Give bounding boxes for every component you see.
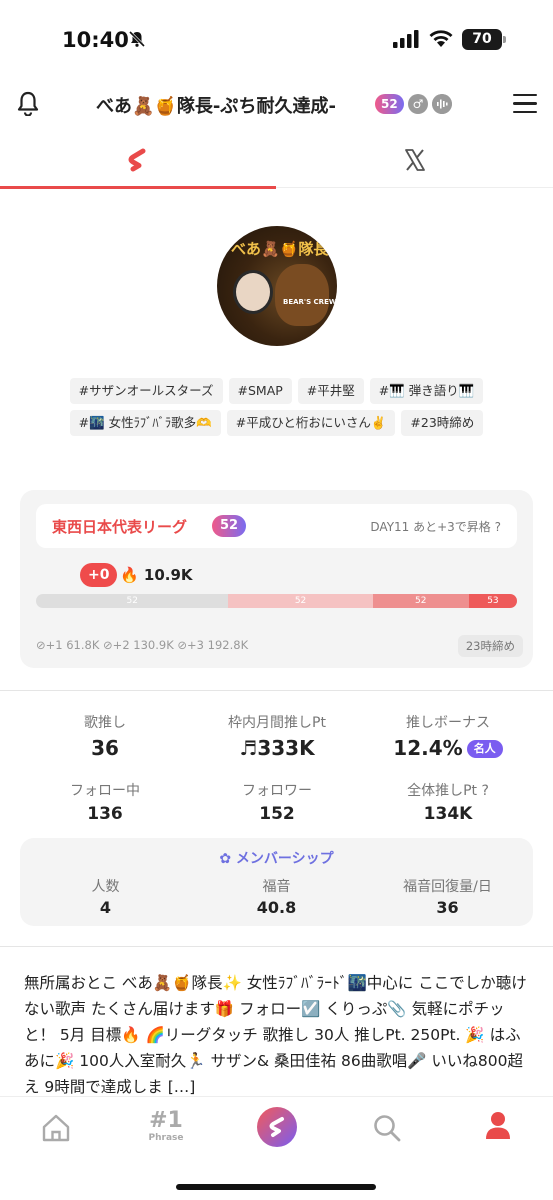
membership-value: 40.8	[256, 898, 297, 917]
league-header: 東西日本代表リーグ 52 DAY11 あと+3で昇格 ?	[36, 504, 517, 548]
hashtag-row: #サザンオールスターズ #SMAP #平井堅 #🎹 弾き語り🎹	[0, 378, 553, 404]
hamburger-menu-icon[interactable]	[513, 94, 537, 114]
standfm-home-button[interactable]	[257, 1107, 297, 1147]
league-thresholds: ⊘+1 61.8K ⊘+2 130.9K ⊘+3 192.8K	[36, 638, 249, 652]
stat-value-wrap: 12.4% 名人	[356, 736, 540, 760]
profile-bio: 無所属おとこ べあ🧸🍯隊長✨ 女性ﾗﾌﾞﾊﾞﾗｰﾄﾞ🌃中心に ここでしか聴けない…	[24, 974, 527, 1096]
hashtag-row: #🌃 女性ﾗﾌﾞﾊﾞﾗ歌多🫶 #平成ひと桁おにいさん✌️ #23時締め	[0, 410, 553, 436]
battery-cap	[503, 36, 506, 43]
tab-x[interactable]	[277, 134, 553, 188]
avatar-bear-illustration	[275, 264, 329, 326]
stat-value: 136	[87, 804, 123, 824]
league-day-info: DAY11 あと+3で昇格 ?	[370, 520, 501, 534]
stat-value: ♬333K	[239, 736, 315, 760]
tab-standfm[interactable]	[0, 134, 276, 189]
divider	[0, 946, 553, 947]
status-bar: 10:40 70	[0, 0, 553, 80]
avatar-crew-text: BEAR'S CREW	[283, 298, 337, 306]
hashtag[interactable]: #サザンオールスターズ	[69, 378, 223, 404]
league-bar-segment: 52	[36, 594, 229, 608]
league-progress-bar: 52 52 52 53	[36, 594, 517, 608]
search-icon[interactable]	[372, 1113, 402, 1143]
stat-value: 36	[91, 736, 119, 760]
membership-label: 人数	[91, 879, 120, 895]
phrase-label: Phrase	[148, 1133, 184, 1143]
stat-following[interactable]: フォロー中 136	[13, 780, 197, 824]
hashtag[interactable]: #平井堅	[297, 378, 364, 404]
membership-fukuin: 福音 40.8	[191, 876, 362, 917]
stat-song-oshi[interactable]: 歌推し 36	[13, 712, 197, 760]
hashtag[interactable]: #🎹 弾き語り🎹	[369, 378, 484, 404]
stat-label: 推しボーナス	[406, 715, 490, 731]
stat-label: 全体推しPt ?	[407, 783, 489, 799]
membership-card[interactable]: ✿ メンバーシップ 人数 4 福音 40.8 福音回復量/日 36	[20, 838, 533, 926]
silent-mode-icon	[128, 30, 146, 48]
voice-wave-icon	[432, 94, 452, 114]
rank-change-badge: +0	[80, 563, 118, 587]
membership-label: 福音	[262, 879, 291, 895]
cellular-signal-icon	[393, 30, 419, 48]
divider	[0, 690, 553, 691]
profile-header: べあ🧸🍯隊長-ぷち耐久達成- 52 ♂	[0, 80, 553, 132]
membership-value: 4	[99, 898, 112, 917]
x-logo-icon	[405, 149, 425, 171]
stat-monthly-oshi-pt[interactable]: 枠内月間推しPt ♬333K	[185, 712, 369, 760]
profile-title: べあ🧸🍯隊長-ぷち耐久達成-	[96, 96, 336, 117]
home-indicator	[176, 1184, 376, 1190]
standfm-logo-icon	[269, 1117, 284, 1137]
hashtag[interactable]: #23時締め	[401, 410, 484, 436]
stat-followers[interactable]: フォロワー 152	[185, 780, 369, 824]
mypage-user-icon[interactable]	[484, 1111, 512, 1141]
status-time: 10:40	[62, 28, 129, 52]
league-bar-segment: 52	[228, 594, 373, 608]
stat-total-oshi-pt[interactable]: 全体推しPt ? 134K	[356, 780, 540, 824]
league-bar-segment: 53	[468, 594, 517, 608]
league-bar-segment: 52	[372, 594, 469, 608]
stat-label: 歌推し	[84, 715, 126, 731]
hashtag[interactable]: #SMAP	[228, 378, 292, 404]
membership-value: 36	[436, 898, 459, 917]
avatar-person-illustration	[233, 270, 273, 314]
notification-bell-icon[interactable]	[16, 90, 40, 116]
home-icon[interactable]	[40, 1113, 72, 1143]
stat-label: フォロー中	[70, 783, 140, 799]
avatar-banner: べあ🧸🍯隊長	[231, 240, 329, 258]
hashtag-list: #サザンオールスターズ #SMAP #平井堅 #🎹 弾き語り🎹 #🌃 女性ﾗﾌﾞ…	[0, 378, 553, 442]
stat-label: フォロワー	[242, 783, 312, 799]
phrase-ranking-tab[interactable]: #1 Phrase	[146, 1108, 186, 1144]
profile-tabs	[0, 134, 553, 189]
standfm-logo-icon	[128, 148, 146, 172]
hashtag[interactable]: #🌃 女性ﾗﾌﾞﾊﾞﾗ歌多🫶	[69, 410, 221, 436]
stat-label: 枠内月間推しPt	[228, 715, 326, 731]
league-deadline-badge: 23時締め	[457, 635, 523, 657]
stat-value: 152	[259, 804, 295, 824]
league-level-badge: 52	[212, 515, 247, 537]
gender-icon: ♂	[408, 94, 428, 114]
level-badge: 52	[375, 94, 404, 114]
league-card[interactable]: 東西日本代表リーグ 52 DAY11 あと+3で昇格 ? +0 🔥 10.9K …	[20, 490, 533, 668]
membership-label: 福音回復量/日	[403, 879, 492, 895]
wifi-icon	[429, 30, 453, 47]
stat-value: 134K	[423, 804, 473, 824]
profile-avatar[interactable]: べあ🧸🍯隊長 BEAR'S CREW	[217, 226, 337, 346]
membership-title: ✿ メンバーシップ	[219, 851, 334, 867]
phrase-rank-number: #1	[149, 1108, 183, 1133]
stat-value: 12.4%	[393, 736, 463, 760]
membership-members: 人数 4	[20, 876, 191, 917]
membership-recovery: 福音回復量/日 36	[362, 876, 533, 917]
battery-indicator: 70	[462, 29, 502, 50]
stat-oshi-bonus[interactable]: 推しボーナス 12.4% 名人	[356, 712, 540, 760]
hashtag[interactable]: #平成ひと桁おにいさん✌️	[226, 410, 396, 436]
league-name: 東西日本代表リーグ	[52, 518, 188, 536]
meijin-badge: 名人	[466, 740, 503, 758]
league-score: 🔥 10.9K	[120, 566, 193, 584]
